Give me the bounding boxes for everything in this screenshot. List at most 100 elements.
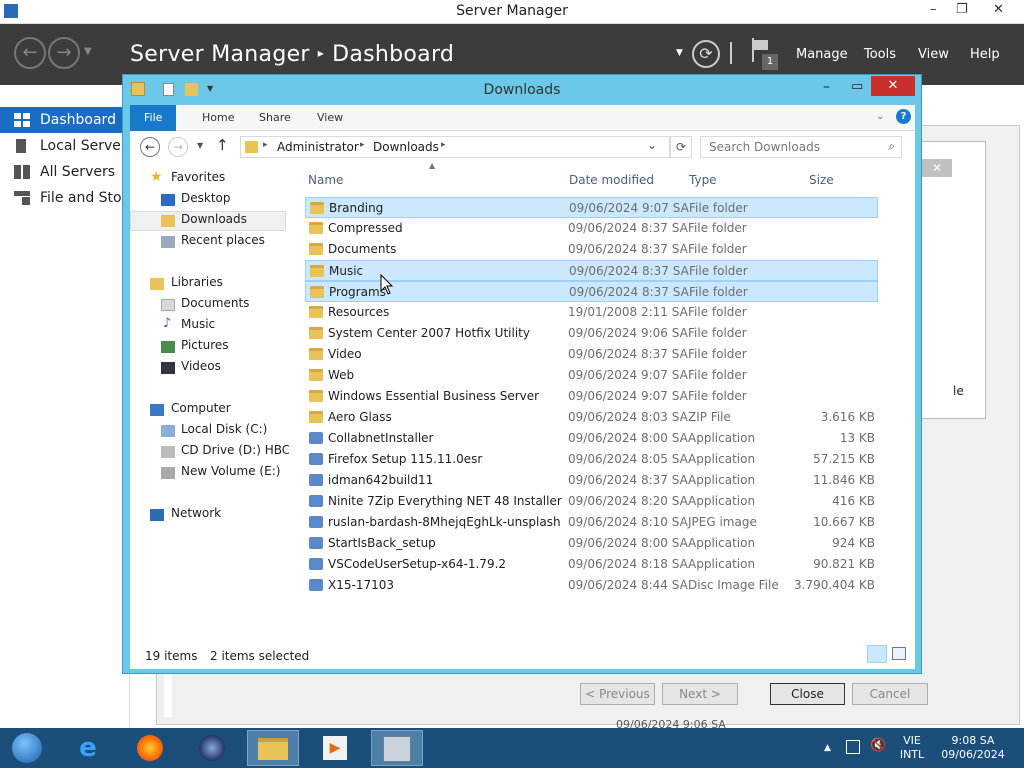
tree-pictures[interactable]: Pictures (181, 338, 229, 352)
column-size[interactable]: Size (809, 173, 834, 187)
breadcrumb-administrator[interactable]: Administrator (277, 140, 359, 154)
file-row[interactable]: Documents 09/06/2024 8:37 SA File folder (305, 239, 878, 260)
file-row[interactable]: Branding 09/06/2024 9:07 SA File folder (305, 197, 878, 218)
file-row[interactable]: Resources 19/01/2008 2:11 SA File folder (305, 302, 878, 323)
refresh-dropdown-icon[interactable]: ▼ (676, 48, 683, 58)
network-tray-icon[interactable] (846, 740, 860, 754)
file-row[interactable]: VSCodeUserSetup-x64-1.79.2 09/06/2024 8:1… (305, 554, 878, 575)
file-row[interactable]: ruslan-bardash-8MhejqEghLk-unsplash 09/06… (305, 512, 878, 533)
help-menu[interactable]: Help (970, 47, 1000, 62)
explorer-maximize-button[interactable]: ▭ (851, 79, 863, 94)
file-size: 3.790.404 KB (794, 578, 875, 592)
network-tool-taskbar-icon[interactable] (186, 730, 238, 766)
show-hidden-icons[interactable]: ▲ (824, 741, 831, 755)
file-row[interactable]: System Center 2007 Hotfix Utility 09/06/2… (305, 323, 878, 344)
tree-downloads[interactable]: Downloads (181, 212, 247, 226)
maximize-button[interactable]: ❐ (956, 2, 968, 17)
address-bar[interactable]: ▸ Administrator ▸ Downloads ▸ ⌄ (240, 136, 670, 158)
history-dropdown-icon[interactable]: ▼ (84, 46, 92, 57)
tree-favorites[interactable]: Favorites (171, 170, 225, 184)
file-explorer-taskbar-icon[interactable] (247, 730, 299, 766)
ie-taskbar-icon[interactable]: e (62, 730, 114, 766)
recent-locations-icon[interactable]: ▼ (197, 141, 203, 150)
expand-ribbon-icon[interactable]: ⌄ (876, 111, 884, 122)
manage-menu[interactable]: Manage (796, 47, 848, 62)
tree-recent-places[interactable]: Recent places (181, 233, 265, 247)
explorer-minimize-button[interactable]: – (823, 79, 830, 95)
address-dropdown-icon[interactable]: ⌄ (647, 138, 657, 152)
help-icon[interactable]: ? (896, 109, 911, 124)
input-language[interactable]: VIE INTL (896, 734, 928, 762)
tree-music[interactable]: Music (181, 317, 215, 331)
status-item-count: 19 items (145, 649, 198, 663)
firefox-taskbar-icon[interactable] (124, 730, 176, 766)
server-manager-taskbar-icon[interactable] (371, 730, 423, 766)
file-row[interactable]: Video 09/06/2024 8:37 SA File folder (305, 344, 878, 365)
column-type[interactable]: Type (689, 173, 717, 187)
breadcrumb-downloads[interactable]: Downloads (373, 140, 439, 154)
file-row[interactable]: Web 09/06/2024 9:07 SA File folder (305, 365, 878, 386)
tree-new-volume[interactable]: New Volume (E:) (181, 464, 280, 478)
file-row[interactable]: Compressed 09/06/2024 8:37 SA File folder (305, 218, 878, 239)
tree-local-disk[interactable]: Local Disk (C:) (181, 422, 267, 436)
search-input[interactable]: Search Downloads ⌕ (700, 136, 902, 158)
tree-documents[interactable]: Documents (181, 296, 249, 310)
file-row[interactable]: Firefox Setup 115.11.0esr 09/06/2024 8:05… (305, 449, 878, 470)
breadcrumb-separator-icon: ▸ (441, 140, 446, 150)
file-row[interactable]: Aero Glass 09/06/2024 8:03 SA ZIP File 3.61… (305, 407, 878, 428)
volume-muted-icon[interactable]: 🔇 (870, 739, 886, 753)
file-row[interactable]: idman642build11 09/06/2024 8:37 SA Applica… (305, 470, 878, 491)
back-icon[interactable]: ← (140, 137, 160, 157)
forward-arrow-icon[interactable]: → (48, 37, 80, 69)
file-date: 09/06/2024 8:18 SA (568, 557, 688, 571)
forward-icon[interactable]: → (168, 137, 188, 157)
minimize-button[interactable]: – (930, 2, 937, 17)
file-row[interactable]: X15-17103 09/06/2024 8:44 SA Disc Image Fi… (305, 575, 878, 596)
refresh-icon[interactable]: ⟳ (692, 40, 720, 68)
tree-computer[interactable]: Computer (171, 401, 231, 415)
tab-file[interactable]: File (130, 105, 177, 131)
tree-cd-drive[interactable]: CD Drive (D:) HBCD_ (181, 443, 289, 457)
file-type: File folder (688, 242, 747, 256)
search-icon[interactable]: ⌕ (888, 139, 895, 154)
explorer-close-button[interactable]: ✕ (871, 76, 915, 96)
previous-button[interactable]: < Previous (580, 683, 655, 705)
file-row[interactable]: Ninite 7Zip Everything NET 48 Installer 0… (305, 491, 878, 512)
start-button[interactable] (2, 730, 52, 766)
wizard-close-button[interactable]: Close (770, 683, 845, 705)
tree-network[interactable]: Network (171, 506, 221, 520)
back-arrow-icon[interactable]: ← (14, 37, 46, 69)
close-button[interactable]: ✕ (993, 2, 1004, 17)
refresh-icon[interactable]: ⟳ (670, 136, 692, 158)
up-icon[interactable]: ↑ (216, 136, 229, 154)
tab-home[interactable]: Home (188, 105, 248, 131)
recent-places-icon (161, 236, 175, 248)
tools-menu[interactable]: Tools (864, 47, 896, 62)
clock-time: 9:08 SA (951, 734, 995, 747)
tree-videos[interactable]: Videos (181, 359, 221, 373)
details-view-icon[interactable] (867, 645, 887, 663)
local-disk-icon (161, 425, 175, 437)
tab-share[interactable]: Share (245, 105, 305, 131)
wizard-cancel-button[interactable]: Cancel (852, 683, 928, 705)
file-row[interactable]: StartIsBack_setup 09/06/2024 8:00 SA Appli… (305, 533, 878, 554)
media-player-taskbar-icon[interactable]: ▶ (309, 730, 361, 766)
clock[interactable]: 9:08 SA 09/06/2024 (936, 734, 1010, 762)
sort-ascending-icon: ▲ (429, 161, 436, 170)
tab-view[interactable]: View (303, 105, 357, 131)
column-name[interactable]: Name (308, 173, 343, 187)
next-button[interactable]: Next > (662, 683, 738, 705)
column-date-modified[interactable]: Date modified (569, 173, 654, 187)
file-size: 416 KB (832, 494, 875, 508)
large-icons-view-icon[interactable] (892, 647, 906, 660)
file-row[interactable]: Windows Essential Business Server 09/06/2… (305, 386, 878, 407)
server-manager-titlebar: Server Manager – ❐ ✕ (0, 0, 1024, 24)
file-type: File folder (689, 264, 748, 278)
file-date: 09/06/2024 8:00 SA (568, 536, 688, 550)
view-menu[interactable]: View (918, 47, 949, 62)
dialog-close-icon[interactable]: ✕ (922, 159, 952, 177)
tree-libraries[interactable]: Libraries (171, 275, 223, 289)
file-row[interactable]: CollabnetInstaller 09/06/2024 8:00 SA Appl… (305, 428, 878, 449)
tree-desktop[interactable]: Desktop (181, 191, 231, 205)
nav-item-file-storage[interactable]: File and Storage Services (0, 185, 130, 211)
